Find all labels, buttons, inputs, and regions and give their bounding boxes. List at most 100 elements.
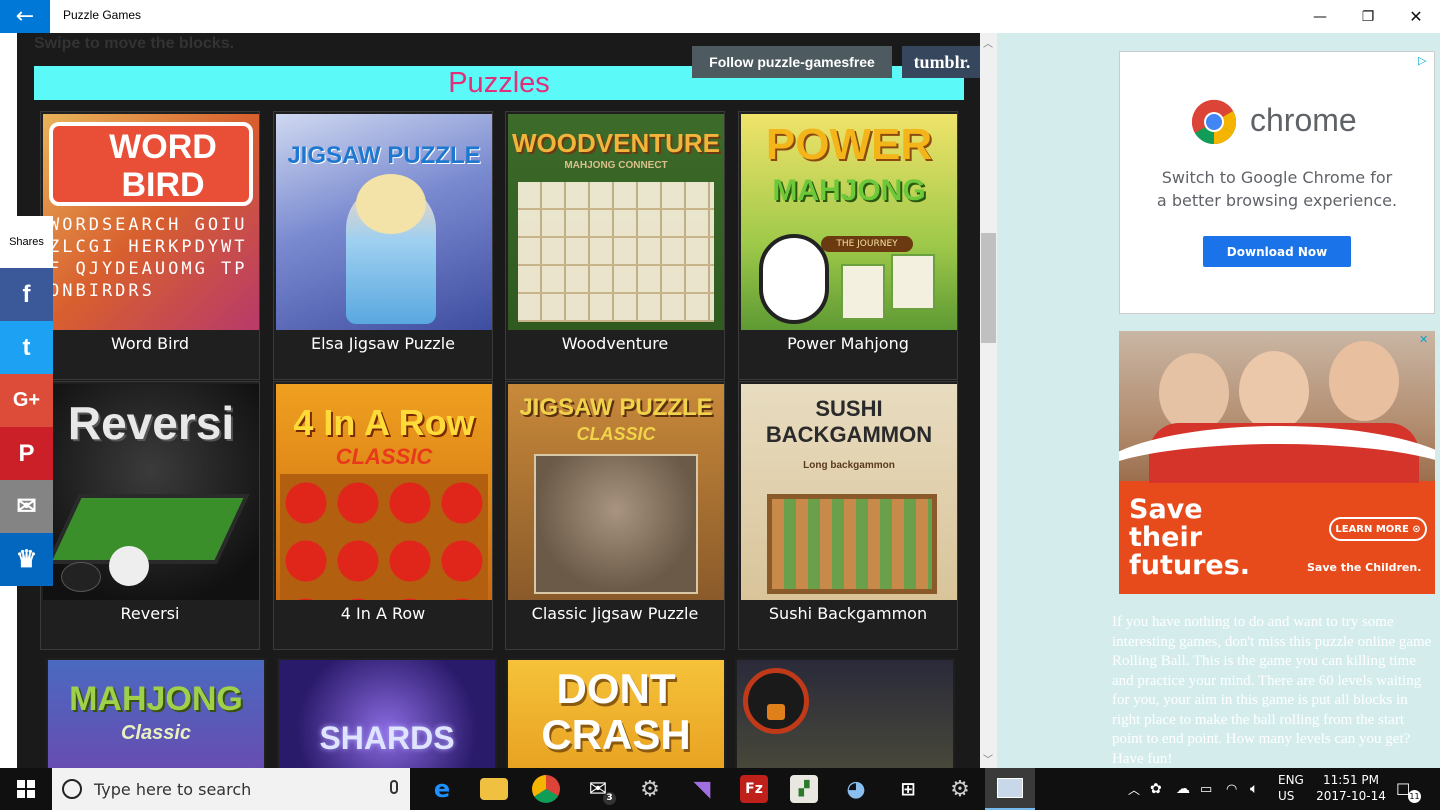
game-card-elsa-jigsaw[interactable]: JIGSAW PUZZLE Elsa Jigsaw Puzzle (273, 111, 493, 380)
ad-close-icon[interactable]: ✕ (1419, 333, 1433, 347)
thumb-subtitle: MAHJONG (772, 174, 926, 207)
cloud-icon[interactable]: ☁ (1176, 768, 1190, 810)
vertical-scrollbar[interactable]: ︿ ﹀ (980, 33, 997, 768)
store-icon[interactable]: ⊞ (894, 775, 922, 803)
game-label: Word Bird (110, 334, 190, 353)
ad-headline-line2: their (1129, 522, 1203, 553)
battery-icon[interactable]: ▭ (1200, 768, 1212, 810)
save-the-children-ad[interactable]: ✕ Save their futures. LEARN MORE ⊙ Save … (1119, 331, 1435, 594)
follow-tumblr-button[interactable]: Follow puzzle-gamesfree (692, 46, 892, 78)
windows-logo-icon (17, 780, 35, 798)
game-card-racing[interactable] (735, 658, 955, 768)
game-card-classic-jigsaw[interactable]: JIGSAW PUZZLE CLASSIC Classic Jigsaw Puz… (505, 381, 725, 650)
visual-studio-icon[interactable]: ◥ (688, 775, 716, 803)
facebook-share-button[interactable]: f (0, 268, 53, 321)
window-title: Puzzle Games (63, 8, 142, 22)
game-thumbnail: SHARDS (279, 660, 495, 768)
game-card-reversi[interactable]: Reversi Reversi (40, 381, 260, 650)
pinterest-share-button[interactable]: P (0, 427, 53, 480)
game-label: Power Mahjong (787, 334, 909, 353)
chrome-wordmark: chrome (1250, 102, 1357, 138)
thumb-title: POWER (765, 120, 933, 169)
back-button[interactable]: ← (0, 0, 50, 33)
scroll-thumb[interactable] (981, 233, 996, 343)
game-card-mahjong-classic[interactable]: MAHJONG Classic (46, 658, 266, 768)
game-card-word-bird[interactable]: WORD BIRD WORDSEARCH GOIUZLCGI HERKPDYWT… (40, 111, 260, 380)
ad-headline-line1: Save (1129, 494, 1203, 525)
game-thumbnail: 4 In A Row CLASSIC (276, 384, 492, 600)
filezilla-icon[interactable]: Fz (740, 775, 768, 803)
thumb-title: JIGSAW PUZZLE (287, 142, 481, 169)
crown-icon: ♛ (15, 546, 38, 573)
learn-more-button[interactable]: LEARN MORE ⊙ (1329, 517, 1427, 541)
minimize-button[interactable]: — (1296, 0, 1344, 33)
clock[interactable]: 11:51 PM 2017-10-14 (1312, 772, 1390, 804)
scroll-up-icon[interactable]: ︿ (983, 35, 993, 50)
scroll-down-icon[interactable]: ﹀ (983, 751, 993, 766)
game-thumbnail: Reversi (43, 384, 259, 600)
game-thumbnail: WORD BIRD WORDSEARCH GOIUZLCGI HERKPDYWT… (43, 114, 259, 330)
clock-date: 2017-10-14 (1316, 789, 1386, 803)
email-share-button[interactable]: ✉ (0, 480, 53, 533)
search-placeholder: Type here to search (94, 779, 252, 799)
edge-icon[interactable]: e (428, 775, 456, 803)
microphone-icon[interactable] (390, 780, 398, 794)
game-card-4-in-a-row[interactable]: 4 In A Row CLASSIC 4 In A Row (273, 381, 493, 650)
game-card-woodventure[interactable]: WOODVENTURE MAHJONG CONNECT Woodventure (505, 111, 725, 380)
adchoices-icon[interactable]: ▷ (1418, 54, 1432, 68)
thumb-title: WORD BIRD (109, 128, 217, 204)
game-thumbnail: POWER MAHJONG THE JOURNEY (741, 114, 957, 330)
game-card-sushi-backgammon[interactable]: SUSHI BACKGAMMON Long backgammon Sushi B… (738, 381, 958, 650)
thumb-title: JIGSAW PUZZLE (519, 394, 713, 421)
game-card-dont-crash[interactable]: DONT CRASH (506, 658, 726, 768)
thumb-subtitle: CLASSIC (576, 424, 656, 444)
googleplus-icon: G+ (12, 389, 41, 411)
thumb-title: SUSHI BACKGAMMON (765, 396, 933, 447)
thumb-subtitle: Long backgammon (803, 460, 895, 471)
close-button[interactable]: ✕ (1392, 0, 1440, 33)
shares-label: Shares (0, 216, 53, 268)
thumb-journey: THE JOURNEY (821, 236, 913, 252)
start-button[interactable] (0, 768, 52, 810)
taskbar: Type here to search e ✉ 3 ⚙ ◥ Fz ▞ ◕ ⊞ ⚙ … (0, 768, 1440, 810)
save-the-children-logo: Save the Children. (1307, 561, 1422, 574)
restore-button[interactable]: ❐ (1344, 0, 1392, 33)
settings-gear-icon-2[interactable]: ⚙ (946, 775, 974, 803)
twitter-share-button[interactable]: t (0, 321, 53, 374)
thumb-subtitle: MAHJONG CONNECT (564, 160, 668, 171)
paint-app-icon[interactable]: ◕ (842, 775, 870, 803)
game-thumbnail: DONT CRASH (508, 660, 724, 768)
show-hidden-icons[interactable]: ︿ (1128, 768, 1140, 810)
mail-icon[interactable]: ✉ 3 (584, 775, 616, 805)
notification-center-icon[interactable]: ☐ 11 (1396, 768, 1421, 810)
googleplus-share-button[interactable]: G+ (0, 374, 53, 427)
notification-count: 11 (1408, 790, 1421, 803)
chrome-taskbar-icon[interactable] (532, 775, 560, 803)
tumblr-button[interactable]: tumblr. (902, 46, 980, 78)
pinterest-icon: P (18, 439, 35, 467)
chart-app-icon[interactable]: ▞ (790, 775, 818, 803)
game-thumbnail: JIGSAW PUZZLE CLASSIC (508, 384, 724, 600)
game-card-power-mahjong[interactable]: POWER MAHJONG THE JOURNEY Power Mahjong (738, 111, 958, 380)
wifi-icon[interactable]: ◠ (1226, 768, 1237, 810)
volume-icon[interactable]: 🔈︎ (1250, 768, 1258, 810)
file-explorer-icon[interactable] (480, 778, 508, 800)
game-card-shards[interactable]: SHARDS (277, 658, 497, 768)
thumb-title: Reversi (67, 397, 235, 449)
thumb-letter-grid: WORDSEARCH GOIUZLCGI HERKPDYWTF QJYDEAUO… (49, 215, 248, 301)
ad-headline-line3: futures. (1129, 550, 1251, 581)
email-icon: ✉ (16, 493, 37, 520)
download-now-button[interactable]: Download Now (1203, 236, 1351, 267)
sumo-share-button[interactable]: ♛ (0, 533, 53, 586)
puzzle-games-taskbar-icon[interactable] (985, 768, 1035, 810)
game-thumbnail: JIGSAW PUZZLE (276, 114, 492, 330)
dropbox-icon[interactable]: ✿ (1150, 768, 1162, 810)
settings-gear-icon[interactable]: ⚙ (636, 775, 664, 803)
taskbar-search[interactable]: Type here to search (52, 768, 410, 810)
language-indicator[interactable]: ENG US (1278, 772, 1304, 804)
chrome-ad[interactable]: ▷ chrome Switch to Google Chrome for a b… (1119, 51, 1435, 314)
game-label: Classic Jigsaw Puzzle (531, 604, 699, 623)
game-label: Reversi (120, 604, 180, 623)
game-thumbnail: WOODVENTURE MAHJONG CONNECT (508, 114, 724, 330)
chrome-ad-text: Switch to Google Chrome for a better bro… (1120, 166, 1434, 212)
